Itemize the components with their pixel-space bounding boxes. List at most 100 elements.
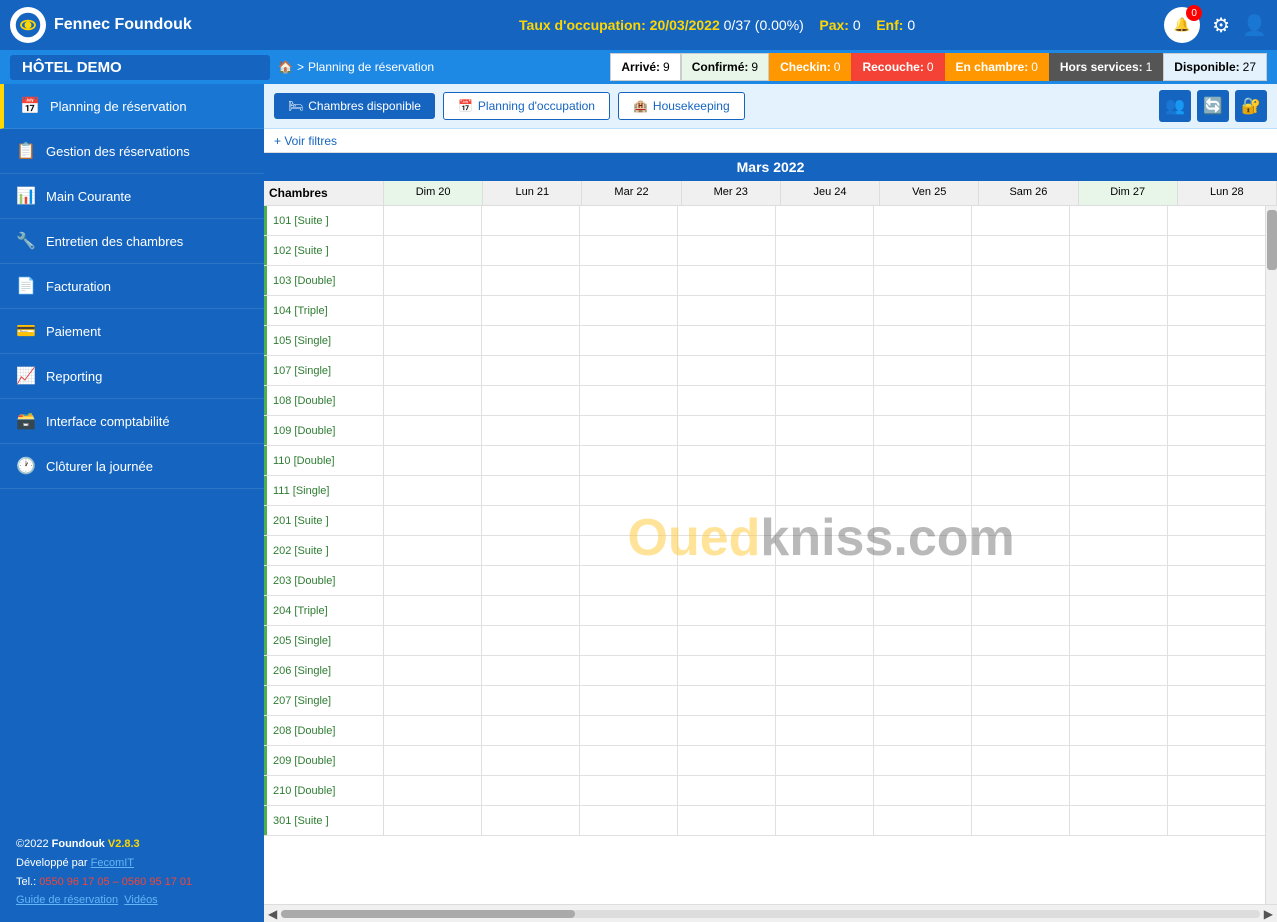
room-cell-6-4[interactable]	[776, 386, 874, 415]
room-cell-12-0[interactable]	[384, 566, 482, 595]
room-cell-4-4[interactable]	[776, 326, 874, 355]
room-cell-12-3[interactable]	[678, 566, 776, 595]
room-cell-12-8[interactable]	[1168, 566, 1265, 595]
sidebar-item-facturation[interactable]: 📄Facturation	[0, 264, 264, 309]
room-cell-9-2[interactable]	[580, 476, 678, 505]
room-cell-5-4[interactable]	[776, 356, 874, 385]
calendar-body[interactable]: 101 [Suite ]102 [Suite ]103 [Double]104 …	[264, 206, 1265, 904]
user-button[interactable]: 👤	[1242, 13, 1267, 38]
chambres-disponibles-button[interactable]: 🛏 Chambres disponible	[274, 93, 435, 119]
room-cell-6-1[interactable]	[482, 386, 580, 415]
room-cell-15-0[interactable]	[384, 656, 482, 685]
room-cell-8-8[interactable]	[1168, 446, 1265, 475]
room-cell-0-4[interactable]	[776, 206, 874, 235]
room-cell-1-1[interactable]	[482, 236, 580, 265]
room-cell-10-8[interactable]	[1168, 506, 1265, 535]
room-cell-20-5[interactable]	[874, 806, 972, 835]
room-cell-1-0[interactable]	[384, 236, 482, 265]
room-cell-12-6[interactable]	[972, 566, 1070, 595]
horizontal-scrollbar[interactable]: ◀ ▶	[264, 904, 1277, 922]
room-cell-19-6[interactable]	[972, 776, 1070, 805]
room-cell-18-0[interactable]	[384, 746, 482, 775]
sidebar-item-reporting[interactable]: 📈Reporting	[0, 354, 264, 399]
room-cell-8-6[interactable]	[972, 446, 1070, 475]
room-cell-11-0[interactable]	[384, 536, 482, 565]
room-cell-20-8[interactable]	[1168, 806, 1265, 835]
room-cell-19-3[interactable]	[678, 776, 776, 805]
room-cell-3-1[interactable]	[482, 296, 580, 325]
room-cell-1-4[interactable]	[776, 236, 874, 265]
room-cell-13-0[interactable]	[384, 596, 482, 625]
room-cell-17-3[interactable]	[678, 716, 776, 745]
room-cell-6-2[interactable]	[580, 386, 678, 415]
sidebar-item-interface-compta[interactable]: 🗃️Interface comptabilité	[0, 399, 264, 444]
room-cell-7-0[interactable]	[384, 416, 482, 445]
room-cell-14-8[interactable]	[1168, 626, 1265, 655]
room-cell-0-6[interactable]	[972, 206, 1070, 235]
room-cell-11-5[interactable]	[874, 536, 972, 565]
room-cell-11-7[interactable]	[1070, 536, 1168, 565]
room-cell-13-8[interactable]	[1168, 596, 1265, 625]
room-cell-14-7[interactable]	[1070, 626, 1168, 655]
fecomit-link[interactable]: FecomIT	[91, 857, 134, 869]
room-cell-7-5[interactable]	[874, 416, 972, 445]
room-cell-18-6[interactable]	[972, 746, 1070, 775]
room-cell-14-2[interactable]	[580, 626, 678, 655]
room-cell-0-1[interactable]	[482, 206, 580, 235]
room-cell-16-8[interactable]	[1168, 686, 1265, 715]
room-cell-9-6[interactable]	[972, 476, 1070, 505]
room-cell-8-5[interactable]	[874, 446, 972, 475]
room-cell-15-5[interactable]	[874, 656, 972, 685]
room-cell-20-6[interactable]	[972, 806, 1070, 835]
room-cell-12-1[interactable]	[482, 566, 580, 595]
room-cell-9-1[interactable]	[482, 476, 580, 505]
room-cell-10-6[interactable]	[972, 506, 1070, 535]
room-cell-2-6[interactable]	[972, 266, 1070, 295]
room-cell-19-1[interactable]	[482, 776, 580, 805]
room-cell-6-6[interactable]	[972, 386, 1070, 415]
room-cell-5-6[interactable]	[972, 356, 1070, 385]
room-cell-13-6[interactable]	[972, 596, 1070, 625]
room-cell-11-1[interactable]	[482, 536, 580, 565]
room-cell-7-8[interactable]	[1168, 416, 1265, 445]
room-cell-20-7[interactable]	[1070, 806, 1168, 835]
room-cell-1-7[interactable]	[1070, 236, 1168, 265]
room-cell-3-5[interactable]	[874, 296, 972, 325]
room-cell-19-7[interactable]	[1070, 776, 1168, 805]
room-cell-5-7[interactable]	[1070, 356, 1168, 385]
room-cell-4-0[interactable]	[384, 326, 482, 355]
room-cell-13-7[interactable]	[1070, 596, 1168, 625]
housekeeping-button[interactable]: 🏨 Housekeeping	[618, 92, 745, 120]
room-cell-9-5[interactable]	[874, 476, 972, 505]
room-cell-10-1[interactable]	[482, 506, 580, 535]
room-cell-11-4[interactable]	[776, 536, 874, 565]
room-cell-7-4[interactable]	[776, 416, 874, 445]
room-cell-18-5[interactable]	[874, 746, 972, 775]
room-cell-20-3[interactable]	[678, 806, 776, 835]
room-cell-10-7[interactable]	[1070, 506, 1168, 535]
room-cell-2-3[interactable]	[678, 266, 776, 295]
room-cell-12-5[interactable]	[874, 566, 972, 595]
room-cell-20-4[interactable]	[776, 806, 874, 835]
room-cell-7-7[interactable]	[1070, 416, 1168, 445]
room-cell-7-1[interactable]	[482, 416, 580, 445]
room-cell-14-6[interactable]	[972, 626, 1070, 655]
room-cell-7-3[interactable]	[678, 416, 776, 445]
scroll-right-arrow[interactable]: ▶	[1264, 907, 1273, 921]
room-cell-7-2[interactable]	[580, 416, 678, 445]
room-cell-17-6[interactable]	[972, 716, 1070, 745]
room-cell-13-4[interactable]	[776, 596, 874, 625]
room-cell-3-4[interactable]	[776, 296, 874, 325]
room-cell-17-8[interactable]	[1168, 716, 1265, 745]
room-cell-5-2[interactable]	[580, 356, 678, 385]
room-cell-20-1[interactable]	[482, 806, 580, 835]
room-cell-13-1[interactable]	[482, 596, 580, 625]
room-cell-19-4[interactable]	[776, 776, 874, 805]
room-cell-8-4[interactable]	[776, 446, 874, 475]
lock-button[interactable]: 🔐	[1235, 90, 1267, 122]
notification-button[interactable]: 🔔 0	[1164, 7, 1200, 43]
room-cell-1-2[interactable]	[580, 236, 678, 265]
room-cell-15-6[interactable]	[972, 656, 1070, 685]
room-cell-3-2[interactable]	[580, 296, 678, 325]
room-cell-1-6[interactable]	[972, 236, 1070, 265]
